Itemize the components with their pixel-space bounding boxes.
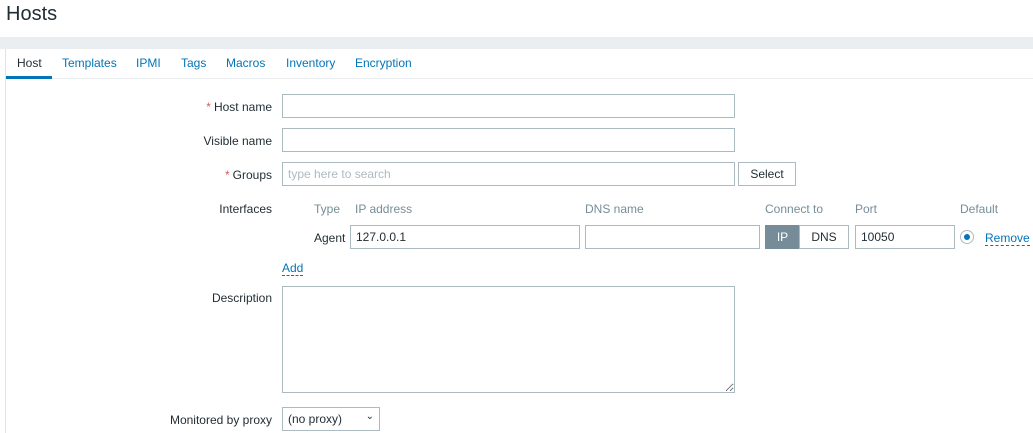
visible-name-label: Visible name [203, 134, 272, 148]
header-band [0, 37, 1033, 49]
tab-macros[interactable]: Macros [226, 56, 265, 70]
proxy-select-value: (no proxy) [288, 412, 343, 426]
radio-dot-icon [964, 234, 970, 240]
interfaces-label: Interfaces [219, 202, 272, 216]
proxy-select[interactable]: (no proxy) ⌄ [282, 407, 380, 431]
col-dns: DNS name [585, 202, 644, 216]
col-type: Type [314, 202, 341, 216]
groups-label-text: Groups [232, 168, 272, 182]
remove-interface-link[interactable]: Remove [985, 231, 1030, 246]
visible-name-input[interactable] [282, 128, 735, 152]
groups-select-button[interactable]: Select [738, 162, 796, 186]
connect-ip-toggle[interactable]: IP [765, 225, 800, 249]
tab-templates[interactable]: Templates [62, 56, 117, 70]
add-interface-link[interactable]: Add [282, 261, 304, 276]
host-form-panel: Host Templates IPMI Tags Macros Inventor… [5, 49, 1033, 433]
col-port: Port [855, 202, 878, 216]
page-title: Hosts [6, 3, 58, 25]
col-ip: IP address [355, 202, 413, 216]
tab-host[interactable]: Host [17, 56, 42, 70]
groups-label: * Groups [225, 168, 272, 182]
tab-encryption[interactable]: Encryption [355, 56, 412, 70]
interface-ip-input[interactable] [350, 225, 580, 249]
required-asterisk: * [206, 100, 211, 114]
active-tab-indicator [6, 76, 52, 79]
col-connect: Connect to [765, 202, 824, 216]
tab-inventory[interactable]: Inventory [286, 56, 335, 70]
default-radio[interactable] [960, 230, 974, 244]
description-label: Description [211, 291, 272, 305]
host-name-label-text: Host name [213, 100, 272, 114]
connect-dns-toggle[interactable]: DNS [799, 225, 849, 249]
interface-dns-input[interactable] [585, 225, 760, 249]
host-name-label: * Host name [206, 100, 272, 114]
tab-tags[interactable]: Tags [181, 56, 206, 70]
host-name-input[interactable] [282, 94, 735, 118]
tab-bar: Host Templates IPMI Tags Macros Inventor… [6, 49, 1033, 79]
col-default: Default [960, 202, 999, 216]
proxy-label: Monitored by proxy [169, 413, 272, 427]
chevron-down-icon: ⌄ [365, 411, 374, 422]
description-textarea[interactable] [282, 286, 735, 393]
groups-input[interactable]: type here to search [282, 162, 735, 186]
interface-port-input[interactable] [855, 225, 955, 249]
required-asterisk: * [224, 168, 230, 182]
tab-ipmi[interactable]: IPMI [136, 56, 161, 70]
groups-placeholder: type here to search [288, 167, 391, 181]
interface-type: Agent [314, 231, 346, 245]
